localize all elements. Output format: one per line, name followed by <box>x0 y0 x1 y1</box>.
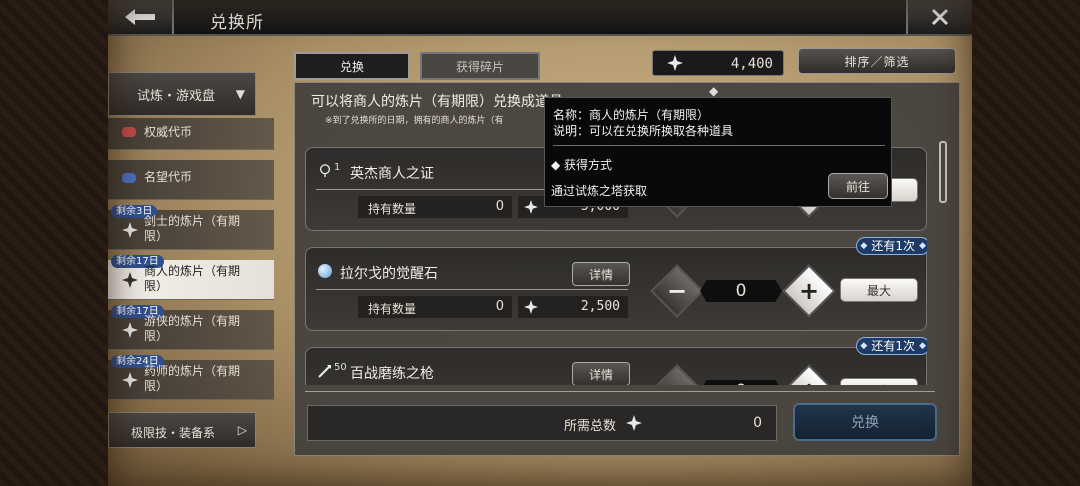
badge-icon <box>319 164 331 178</box>
held-value: 0 <box>495 299 504 314</box>
list-item: 还有1次 50 百战磨练之枪 详情 − 0 + 最大 <box>305 337 927 385</box>
detail-button[interactable]: 详情 <box>572 362 630 385</box>
awakening-stone-icon <box>318 264 332 278</box>
back-button[interactable] <box>108 0 174 34</box>
sidebar-item-label: 游侠的炼片（有期限） <box>144 314 241 343</box>
sidebar-item-fame-token[interactable]: 名望代币 <box>108 160 274 200</box>
category-top-label: 试炼・游戏盘 <box>137 88 216 104</box>
decrease-button[interactable]: − <box>650 364 704 385</box>
held-label: 持有数量 <box>368 202 417 216</box>
detail-button[interactable]: 详情 <box>572 262 630 286</box>
sidebar-item-label: 名望代币 <box>144 170 193 184</box>
exchange-note: ※到了兑换所的日期，拥有的商人的炼片（有 <box>325 116 504 126</box>
fragment-icon <box>524 200 538 214</box>
total-required: 所需总数 0 <box>307 405 777 441</box>
sidebar-item-label: 商人的炼片（有期限） <box>144 264 241 293</box>
exchange-description: 可以将商人的炼片（有期限）兑换成道具 <box>311 94 563 110</box>
category-trial-gameboard[interactable]: 试炼・游戏盘 ▼ <box>108 72 256 116</box>
tooltip-pointer-icon: ◆ <box>709 84 719 98</box>
exchange-screen: 兑换所 试炼・游戏盘 ▼ 权威代币 名望代币 剩余3日 剑士的炼片（有期限） 剩… <box>108 0 972 486</box>
divider <box>305 391 935 392</box>
sidebar-item-label: 权威代币 <box>144 125 193 139</box>
right-border-decoration <box>972 0 1080 486</box>
close-button[interactable] <box>906 0 972 34</box>
fragment-icon <box>667 55 683 71</box>
spear-icon <box>318 365 331 378</box>
item-name: 拉尔戈的觉醒石 <box>340 266 438 282</box>
total-label: 所需总数 <box>564 419 617 434</box>
fragment-icon <box>122 222 138 238</box>
item-cost: 2,500 <box>518 296 628 318</box>
fragment-icon <box>122 272 138 288</box>
fragment-icon <box>122 322 138 338</box>
list-scrollbar[interactable] <box>939 141 947 203</box>
remaining-count-badge: 还有1次 <box>856 337 927 355</box>
category-bottom-label: 极限技・装备系 <box>131 426 216 440</box>
goto-button[interactable]: 前往 <box>828 173 888 199</box>
top-bar: 兑换所 <box>108 0 972 36</box>
tooltip-name: 名称：商人的炼片（有期限） <box>553 108 710 122</box>
sidebar-item-authority-token[interactable]: 权威代币 <box>108 118 274 150</box>
tooltip-how-title: ◆ 获得方式 <box>551 158 613 172</box>
divider <box>553 145 885 146</box>
max-button[interactable]: 最大 <box>840 378 918 385</box>
total-value: 0 <box>753 415 762 431</box>
item-level: 1 <box>334 162 341 173</box>
fragment-icon <box>122 372 138 388</box>
fragment-balance-value: 4,400 <box>730 56 773 72</box>
quantity-value: 0 <box>700 280 782 302</box>
quantity-value: 0 <box>700 380 782 385</box>
tooltip-how-text: 通过试炼之塔获取 <box>551 184 648 198</box>
max-button[interactable]: 最大 <box>840 278 918 302</box>
held-quantity: 持有数量 0 <box>358 196 512 218</box>
minus-icon: − <box>666 277 688 305</box>
decrease-button[interactable]: − <box>650 264 704 318</box>
item-name: 百战磨练之枪 <box>350 366 434 382</box>
sidebar-item-label: 剑士的炼片（有期限） <box>144 214 241 243</box>
list-item: 还有1次 拉尔戈的觉醒石 持有数量 0 2,500 详情 − 0 + 最大 <box>305 237 927 331</box>
fragment-balance: 4,400 <box>652 50 784 76</box>
category-limit-skill-equipment[interactable]: 极限技・装备系 ▷ <box>108 412 256 448</box>
held-label: 持有数量 <box>368 302 417 316</box>
sort-filter-button[interactable]: 排序／筛选 <box>798 48 956 74</box>
category-sidebar: 试炼・游戏盘 ▼ 权威代币 名望代币 剩余3日 剑士的炼片（有期限） 剩余17日… <box>108 72 283 486</box>
fragment-icon <box>524 300 538 314</box>
divider <box>316 289 628 290</box>
held-quantity: 持有数量 0 <box>358 296 512 318</box>
item-name: 英杰商人之证 <box>350 166 434 182</box>
left-border-decoration <box>0 0 110 486</box>
increase-button[interactable]: + <box>782 264 836 318</box>
close-icon <box>931 8 949 26</box>
chevron-right-icon: ▷ <box>237 423 247 437</box>
sidebar-item-swordsman-fragment[interactable]: 剩余3日 剑士的炼片（有期限） <box>108 205 274 250</box>
authority-token-icon <box>122 127 136 137</box>
sidebar-item-apothecary-fragment[interactable]: 剩余24日 药师的炼片（有期限） <box>108 355 274 400</box>
tab-exchange[interactable]: 兑换 <box>294 52 410 80</box>
plus-icon: + <box>798 277 820 305</box>
sidebar-item-label: 药师的炼片（有期限） <box>144 364 241 393</box>
sidebar-item-merchant-fragment[interactable]: 剩余17日 商人的炼片（有期限） <box>108 255 274 300</box>
page-title: 兑换所 <box>210 13 264 33</box>
exchange-button[interactable]: 兑换 <box>793 403 937 441</box>
tooltip-description: 说明：可以在兑换所换取各种道具 <box>553 124 734 138</box>
minus-icon: − <box>660 374 694 385</box>
fame-token-icon <box>122 173 136 183</box>
item-level: 50 <box>334 362 347 373</box>
chevron-down-icon: ▼ <box>235 87 245 101</box>
plus-icon: + <box>792 374 826 385</box>
remaining-count-badge: 还有1次 <box>856 237 927 255</box>
back-arrow-icon <box>125 9 155 25</box>
sidebar-item-ranger-fragment[interactable]: 剩余17日 游侠的炼片（有期限） <box>108 305 274 350</box>
how-title-text: 获得方式 <box>564 158 613 172</box>
cost-value: 2,500 <box>580 299 620 314</box>
increase-button[interactable]: + <box>782 364 836 385</box>
tab-get-fragments[interactable]: 获得碎片 <box>420 52 540 80</box>
fragment-icon <box>626 415 642 431</box>
held-value: 0 <box>495 199 504 214</box>
